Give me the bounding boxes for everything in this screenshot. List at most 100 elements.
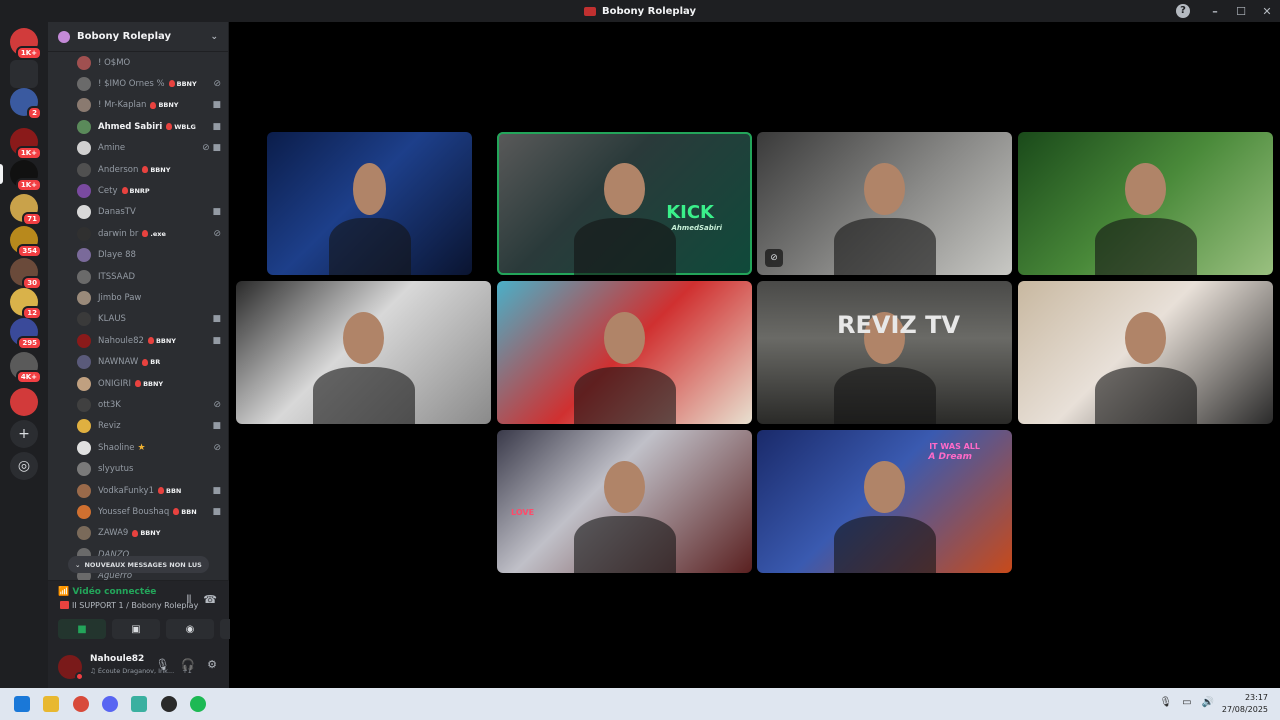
voice-member-row[interactable]: ott3K ⊘ [77, 394, 227, 415]
server-icon[interactable]: 1K+ [10, 128, 42, 160]
maximize-icon[interactable]: ☐ [1228, 5, 1254, 18]
disconnect-icon[interactable]: ☎ [203, 593, 217, 607]
avatar [77, 462, 91, 477]
screen-share-button[interactable]: ▣ [112, 619, 160, 639]
server-icon[interactable]: 1K+ [10, 160, 42, 192]
mention-badge: 1K+ [15, 146, 42, 160]
app-x-icon[interactable] [131, 696, 147, 712]
mic-muted-icon: ⊘ [213, 228, 221, 239]
taskbar-clock[interactable]: 23:17 27/08/2025 [1222, 692, 1268, 716]
volume-icon[interactable]: 🔊 [1202, 697, 1214, 708]
discover-compass-icon[interactable]: ◎ [10, 452, 38, 480]
video-tile[interactable]: LOVE [497, 430, 752, 573]
voice-member-row[interactable]: ! Mr-Kaplan BBNY ■ [77, 95, 227, 116]
voice-member-row[interactable]: Reviz ■ [77, 416, 227, 437]
avatar[interactable] [58, 655, 84, 681]
tag-icon [142, 230, 149, 238]
title-bar: Bobony Roleplay ? – ☐ ✕ [0, 0, 1280, 22]
server-icon[interactable]: 4K+ [10, 352, 42, 384]
voice-member-row[interactable]: Jimbo Paw [77, 287, 227, 308]
guild-header[interactable]: Bobony Roleplay ⌄ [48, 22, 228, 52]
chevron-down-icon[interactable]: ⌄ [210, 32, 218, 42]
avatar [77, 504, 91, 519]
chrome-icon[interactable] [73, 696, 89, 712]
voice-member-row[interactable]: Cety BNRP [77, 180, 227, 201]
voice-member-row[interactable]: ITSSAAD [77, 266, 227, 287]
voice-member-row[interactable]: VodkaFunky1 BBN ■ [77, 480, 227, 501]
voice-member-row[interactable]: DanasTV ■ [77, 202, 227, 223]
video-tile[interactable]: ⊘ [757, 132, 1012, 275]
video-tile[interactable]: IT WAS ALL A Dream [757, 430, 1012, 573]
video-tile[interactable]: REVIZ TV [757, 281, 1012, 424]
voice-member-row[interactable]: ONIGIRI BBNY [77, 373, 227, 394]
server-icon[interactable]: 2 [10, 88, 42, 120]
video-tile[interactable]: KICK AhmedSabiri [497, 132, 752, 275]
discord-icon[interactable] [102, 696, 118, 712]
video-tile[interactable] [267, 132, 472, 275]
voice-member-row[interactable]: KLAUS ■ [77, 309, 227, 330]
server-icon[interactable]: 295 [10, 318, 42, 350]
video-tile[interactable] [1018, 281, 1273, 424]
server-icon[interactable]: 1K+ [10, 28, 42, 60]
server-icon[interactable]: 71 [10, 194, 42, 226]
activity-button[interactable]: ◉ [166, 619, 214, 639]
server-icon[interactable]: 12 [10, 288, 42, 320]
voice-member-row[interactable]: Ahmed Sabiri WBLG ■ [77, 116, 227, 137]
file-explorer-icon[interactable] [43, 696, 59, 712]
video-tile[interactable] [497, 281, 752, 424]
voice-member-row[interactable]: ! O$MO [77, 52, 227, 73]
avatar [77, 440, 91, 455]
network-icon[interactable]: ▭ [1182, 697, 1191, 708]
spotify-icon[interactable] [190, 696, 206, 712]
channel-icon [60, 601, 69, 609]
settings-gear-icon[interactable]: ⚙ [207, 658, 217, 671]
voice-channel-link[interactable]: II SUPPORT 1 / Bobony Roleplay [60, 601, 198, 610]
voice-member-row[interactable]: slyyutus [77, 459, 227, 480]
close-icon[interactable]: ✕ [1254, 5, 1280, 18]
window-controls: – ☐ ✕ [1202, 0, 1280, 22]
participant-silhouette [833, 217, 936, 275]
voice-member-row[interactable]: NAWNAW BR [77, 352, 227, 373]
voice-member-row[interactable]: Anderson BBNY [77, 159, 227, 180]
server-icon[interactable] [10, 60, 38, 88]
participant-silhouette [833, 515, 936, 573]
server-icon[interactable]: 354 [10, 226, 42, 258]
microphone-icon[interactable]: 🎙 [155, 658, 169, 671]
voice-member-row[interactable]: ZAWA9 BBNY [77, 523, 227, 544]
unread-messages-label: NOUVEAUX MESSAGES NON LUS [84, 560, 202, 569]
voice-connection-panel: 📶 Vidéo connectée II SUPPORT 1 / Bobony … [48, 580, 268, 648]
participant-silhouette [1094, 366, 1197, 424]
voice-member-row[interactable]: Youssef Boushaq BBN ■ [77, 501, 227, 522]
sound-wave-icon[interactable]: ⦀ [186, 593, 191, 607]
member-name: ! O$MO [98, 57, 131, 68]
obs-icon[interactable] [161, 696, 177, 712]
voice-member-row[interactable]: ! $IMO Ornes % BBNY ⊘ [77, 73, 227, 94]
mic-muted-icon: ⊘ [765, 249, 783, 267]
unread-messages-pill[interactable]: ⌄ NOUVEAUX MESSAGES NON LUS [68, 556, 209, 573]
video-tile[interactable] [236, 281, 491, 424]
member-name: Ahmed Sabiri [98, 121, 163, 132]
voice-member-row[interactable]: Shaoline ★ ⊘ [77, 437, 227, 458]
voice-member-row[interactable]: Amine ⊘ ■ [77, 138, 227, 159]
voice-member-row[interactable]: Dlaye 88 [77, 245, 227, 266]
camera-icon: ■ [212, 314, 221, 325]
server-icon[interactable]: 30 [10, 258, 42, 290]
add-server-icon[interactable]: + [10, 420, 38, 448]
video-tile[interactable] [1018, 132, 1273, 275]
microphone-icon[interactable]: 🎙 [1159, 697, 1172, 708]
camera-button[interactable]: ■ [58, 619, 106, 639]
participant-head [864, 163, 905, 215]
windows-start-icon[interactable] [14, 696, 30, 712]
voice-member-row[interactable]: darwin br .exe ⊘ [77, 223, 227, 244]
window-title: Bobony Roleplay [602, 5, 696, 17]
participant-head [1125, 312, 1166, 364]
music-note-icon: ♫ [90, 667, 96, 675]
headset-icon[interactable]: 🎧 [181, 658, 195, 671]
server-icon[interactable] [10, 388, 38, 416]
tag-icon [132, 529, 139, 537]
minimize-icon[interactable]: – [1202, 5, 1228, 18]
voice-member-row[interactable]: Nahoule82 BBNY ■ [77, 330, 227, 351]
avatar [77, 397, 91, 412]
help-icon[interactable]: ? [1176, 4, 1190, 18]
avatar [77, 226, 91, 241]
